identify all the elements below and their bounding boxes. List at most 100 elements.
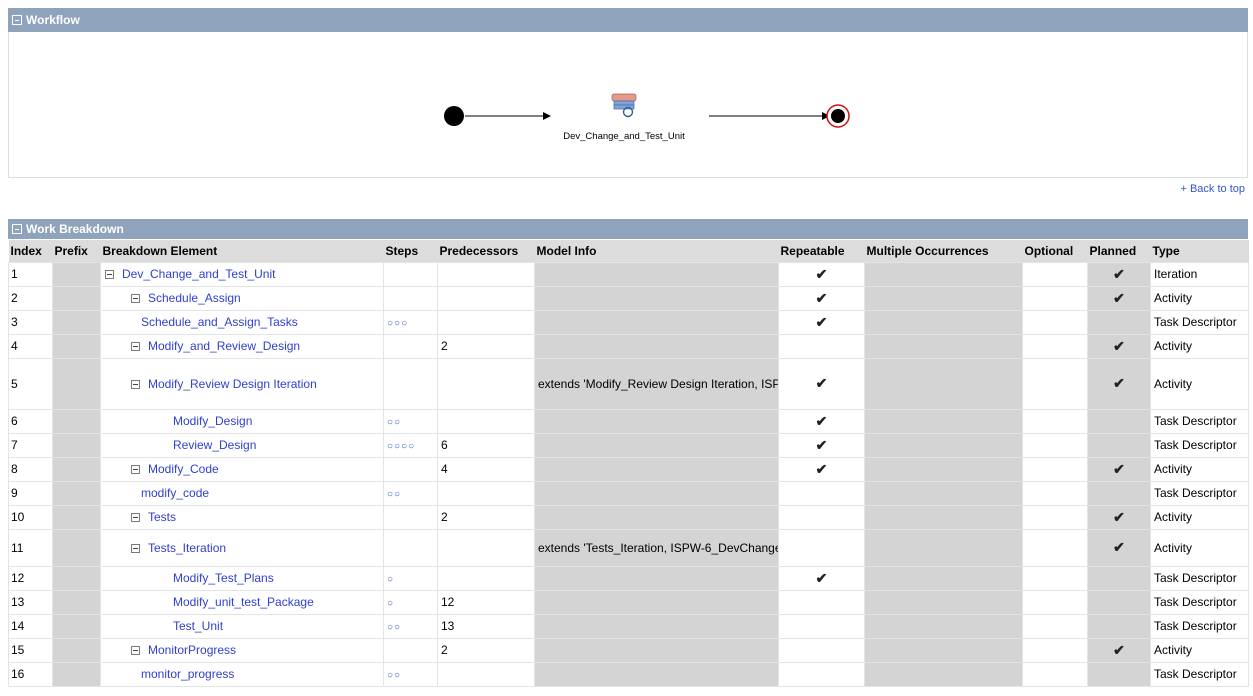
column-header-repeatable[interactable]: Repeatable (778, 240, 865, 262)
column-header-model-info[interactable]: Model Info (534, 240, 779, 262)
row-index: 11 (11, 540, 24, 555)
column-header-prefix[interactable]: Prefix (52, 240, 101, 262)
activity-icon[interactable] (611, 93, 637, 118)
work-breakdown-section-header[interactable]: Work Breakdown (8, 219, 1248, 239)
predecessors-value: 13 (441, 619, 455, 633)
collapse-tree-icon[interactable] (131, 646, 140, 655)
multiple-occurrences-cell (864, 589, 1023, 615)
breakdown-element-link[interactable]: modify_code (141, 486, 209, 500)
breakdown-element-link[interactable]: monitor_progress (141, 667, 234, 681)
steps-cell (383, 456, 438, 482)
check-icon: ✔ (815, 436, 828, 453)
prefix-cell (52, 589, 101, 615)
table-row: 16 monitor_progress ○○ Task Descriptor (8, 661, 1249, 687)
type-cell: Activity (1150, 637, 1249, 663)
breakdown-element-link[interactable]: Modify_Review Design Iteration (148, 377, 317, 391)
index-cell: 8 (8, 456, 53, 482)
type-cell: Activity (1150, 357, 1249, 410)
steps-indicator: ○○ (387, 489, 402, 500)
prefix-cell (52, 357, 101, 410)
breakdown-element-link[interactable]: Modify_Code (148, 462, 219, 476)
column-header-type[interactable]: Type (1150, 240, 1249, 262)
column-header-multiple-occurrences[interactable]: Multiple Occurrences (864, 240, 1023, 262)
collapse-tree-icon[interactable] (131, 543, 140, 553)
repeatable-cell: ✔ (778, 285, 865, 311)
breakdown-element-link[interactable]: Schedule_Assign (148, 291, 241, 305)
column-header-optional[interactable]: Optional (1022, 240, 1088, 262)
model-info-cell (534, 637, 779, 663)
model-info-cell: extends 'Tests_Iteration, ISPW-6_DevChan… (534, 528, 779, 567)
breakdown-element-link[interactable]: Modify_Test_Plans (173, 571, 274, 585)
workflow-header-label: Workflow (26, 13, 80, 27)
multiple-occurrences-cell (864, 408, 1023, 434)
type-value: Activity (1154, 510, 1193, 524)
breakdown-element-cell: monitor_progress (100, 661, 384, 687)
type-cell: Activity (1150, 333, 1249, 359)
type-cell: Iteration (1150, 261, 1249, 287)
steps-indicator: ○ (387, 598, 395, 609)
breakdown-element-link[interactable]: Modify_and_Review_Design (148, 339, 300, 353)
type-value: Activity (1154, 339, 1193, 353)
table-row: 2 Schedule_Assign ✔ ✔ Activity (8, 285, 1249, 311)
model-info-text: extends 'Tests_Iteration, ISPW-6_DevChan… (538, 540, 778, 555)
optional-cell (1022, 637, 1088, 663)
collapse-tree-icon[interactable] (131, 379, 140, 389)
column-header-steps[interactable]: Steps (383, 240, 438, 262)
check-icon: ✔ (815, 289, 828, 306)
collapse-icon[interactable] (12, 15, 22, 25)
activity-label[interactable]: Dev_Change_and_Test_Unit (563, 131, 685, 142)
planned-cell: ✔ (1087, 285, 1151, 311)
row-index: 12 (11, 571, 25, 585)
planned-cell: ✔ (1087, 456, 1151, 482)
type-value: Activity (1154, 462, 1193, 476)
planned-cell: ✔ (1087, 261, 1151, 287)
optional-cell (1022, 333, 1088, 359)
planned-cell (1087, 480, 1151, 506)
steps-cell: ○ (383, 565, 438, 591)
collapse-tree-icon[interactable] (131, 342, 140, 351)
type-value: Activity (1154, 643, 1193, 657)
prefix-cell (52, 261, 101, 287)
collapse-tree-icon[interactable] (131, 465, 140, 474)
type-cell: Activity (1150, 528, 1249, 567)
prefix-cell (52, 504, 101, 530)
breakdown-element-link[interactable]: Review_Design (173, 438, 256, 452)
column-header-index[interactable]: Index (8, 240, 53, 262)
breakdown-element-link[interactable]: Dev_Change_and_Test_Unit (122, 267, 275, 281)
type-cell: Activity (1150, 504, 1249, 530)
steps-cell (383, 333, 438, 359)
collapse-tree-icon[interactable] (105, 270, 114, 279)
collapse-tree-icon[interactable] (131, 294, 140, 303)
breakdown-element-link[interactable]: MonitorProgress (148, 643, 236, 657)
index-cell: 16 (8, 661, 53, 687)
repeatable-cell (778, 637, 865, 663)
breakdown-element-link[interactable]: Test_Unit (173, 619, 223, 633)
type-value: Activity (1154, 540, 1193, 555)
breakdown-element-cell: Schedule_and_Assign_Tasks (100, 309, 384, 335)
column-header-predecessors[interactable]: Predecessors (437, 240, 535, 262)
steps-cell (383, 637, 438, 663)
index-cell: 7 (8, 432, 53, 458)
steps-cell (383, 528, 438, 567)
breakdown-element-link[interactable]: Modify_unit_test_Package (173, 595, 314, 609)
row-index: 15 (11, 643, 25, 657)
column-header-planned[interactable]: Planned (1087, 240, 1151, 262)
breakdown-element-cell: Tests (100, 504, 384, 530)
collapse-icon[interactable] (12, 224, 22, 234)
type-cell: Activity (1150, 285, 1249, 311)
prefix-cell (52, 285, 101, 311)
collapse-tree-icon[interactable] (131, 513, 140, 522)
index-cell: 2 (8, 285, 53, 311)
predecessors-cell (437, 565, 535, 591)
predecessors-cell (437, 480, 535, 506)
column-header-breakdown-element[interactable]: Breakdown Element (100, 240, 384, 262)
breakdown-element-link[interactable]: Schedule_and_Assign_Tasks (141, 315, 298, 329)
breakdown-element-link[interactable]: Modify_Design (173, 414, 252, 428)
optional-cell (1022, 565, 1088, 591)
table-row: 13 Modify_unit_test_Package ○ 12 Task Descri… (8, 589, 1249, 615)
planned-cell: ✔ (1087, 504, 1151, 530)
workflow-section-header[interactable]: Workflow (8, 8, 1248, 32)
breakdown-element-link[interactable]: Tests_Iteration (148, 541, 226, 555)
back-to-top-link[interactable]: + Back to top (1180, 183, 1245, 195)
breakdown-element-link[interactable]: Tests (148, 510, 176, 524)
